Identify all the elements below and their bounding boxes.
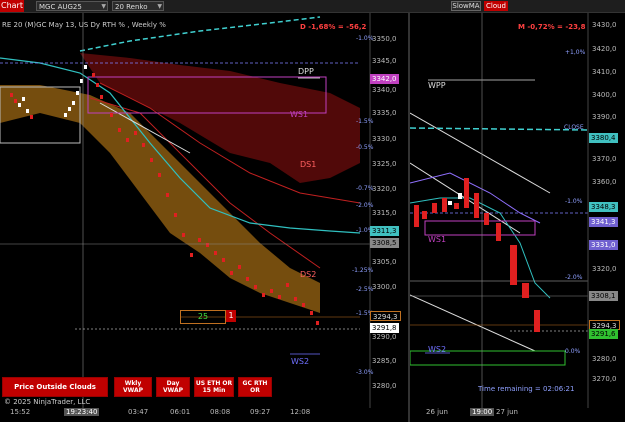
level-ws2: WS2 (428, 345, 447, 354)
pct-label: -3.0% (356, 369, 374, 376)
bar-type-label: 20 Renko (115, 3, 148, 11)
gc-rth-or-button[interactable]: GC RTH OR (238, 377, 272, 397)
copyright-text: © 2025 NinjaTrader, LLC (4, 398, 91, 406)
price-axis-label: 3400,0 (592, 91, 617, 99)
time-axis-label: 09:27 (250, 408, 271, 416)
price-tag-3: 3331,0 (589, 240, 618, 250)
us-eth-or-button[interactable]: US ETH OR 15 Min (194, 377, 234, 397)
level-ds1: DS1 (300, 160, 317, 169)
price-tag-1: 3348,3 (589, 202, 618, 212)
chart-tab[interactable]: Chart (0, 0, 24, 12)
toolbar: Chart MGC AUG25 ▼ 20 Renko ▼ SlowMA Clou… (0, 0, 625, 13)
cloud-button[interactable]: Cloud (484, 1, 508, 11)
price-axis-label: 3340,0 (372, 86, 397, 94)
brick-counter-red: 1 (226, 310, 236, 322)
price-axis-label: 3270,0 (592, 375, 617, 383)
price-tag-current: 3291,6 (589, 329, 618, 339)
price-axis-label: 3390,0 (592, 113, 617, 121)
pct-label: 0.0% (565, 348, 581, 355)
price-tag-grey: 3308,5 (370, 238, 399, 248)
chevron-down-icon: ▼ (101, 3, 106, 10)
chart-title: RE 20 (M)GC May 13, US Dy RTH % , Weekly… (2, 21, 166, 29)
price-axis-label: 3315,0 (372, 209, 397, 217)
time-axis-label: 15:52 (10, 408, 31, 416)
time-axis-label: 26 jun (426, 408, 448, 416)
brick-counter: 25 (180, 310, 226, 324)
price-axis-label: 3330,0 (372, 135, 397, 143)
left-chart-pane[interactable]: RE 20 (M)GC May 13, US Dy RTH % , Weekly… (0, 13, 408, 408)
price-tag-2: 3341,3 (589, 217, 618, 227)
level-ws2: WS2 (291, 357, 310, 366)
price-axis-label: 3430,0 (592, 21, 617, 29)
level-ds2: DS2 (300, 270, 317, 279)
price-axis-label: 3285,0 (372, 357, 397, 365)
price-axis-label: 3320,0 (372, 185, 397, 193)
pct-label: -0.7% (356, 185, 374, 192)
time-axis-label: 08:08 (210, 408, 231, 416)
price-axis-label: 3325,0 (372, 160, 397, 168)
level-ws1: WS1 (290, 110, 309, 119)
level-dpp: DPP (298, 67, 314, 76)
price-axis-label: 3305,0 (372, 258, 397, 266)
price-axis-label: 3360,0 (592, 178, 617, 186)
time-axis-label: 06:01 (170, 408, 191, 416)
bar-type-selector[interactable]: 20 Renko ▼ (112, 1, 164, 11)
pct-label: -1.25% (352, 267, 374, 274)
slowma-button[interactable]: SlowMA (451, 1, 481, 11)
daily-change: D -1,68% = -56,2 (300, 23, 367, 31)
monthly-change: M -0,72% = -23,8 (518, 23, 586, 31)
price-axis-label: 3370,0 (592, 155, 617, 163)
time-axis-label: 03:47 (128, 408, 149, 416)
time-axis-label: 27 jun (496, 408, 518, 416)
wkly-vwap-button[interactable]: Wkly VWAP (114, 377, 152, 397)
price-axis-label: 3320,0 (592, 265, 617, 273)
pct-label: -2.5% (356, 286, 374, 293)
pct-label: -1.0% (565, 198, 583, 205)
price-axis-label: 3410,0 (592, 68, 617, 76)
pct-label: -2.0% (565, 274, 583, 281)
day-vwap-button[interactable]: Day VWAP (156, 377, 190, 397)
pct-label: -2.0% (356, 202, 374, 209)
price-outside-clouds-button[interactable]: Price Outside Clouds (2, 377, 108, 397)
price-tag-stdcross: 3311,3 (370, 226, 399, 236)
crosshair-time-label: 19:00 (470, 408, 495, 416)
price-tag-grey: 3308,1 (589, 291, 618, 301)
price-axis-label: 3420,0 (592, 45, 617, 53)
price-axis-label: 3290,0 (372, 333, 397, 341)
level-wpp: WPP (428, 81, 446, 90)
pct-label: CLOSE (564, 124, 584, 131)
pct-label: -1.0% (356, 35, 374, 42)
price-axis-label: 3280,0 (592, 355, 617, 363)
crosshair-time-label: 19:23:40 (64, 408, 100, 416)
instrument-label: MGC AUG25 (39, 3, 82, 11)
level-ws1: WS1 (428, 235, 447, 244)
pct-label: +1,0% (565, 49, 586, 56)
price-tag-dpp: 3342,0 (370, 74, 399, 84)
price-tag-close: 3380,4 (589, 133, 618, 143)
price-axis-label: 3350,0 (372, 35, 397, 43)
pct-label: -0.5% (356, 144, 374, 151)
price-axis-label: 3300,0 (372, 283, 397, 291)
price-axis-label: 3280,0 (372, 382, 397, 390)
pct-label: -1.5% (356, 118, 374, 125)
chevron-down-icon: ▼ (157, 3, 162, 10)
price-tag-current: 3291,8 (370, 323, 399, 333)
left-chart-canvas (0, 13, 371, 408)
price-axis-label: 3335,0 (372, 109, 397, 117)
time-remaining: Time remaining = 02:06:21 (478, 385, 575, 393)
instrument-selector[interactable]: MGC AUG25 ▼ (36, 1, 108, 11)
time-axis-label: 12:08 (290, 408, 311, 416)
price-axis-label: 3345,0 (372, 57, 397, 65)
price-tag-orange: 3294,3 (370, 311, 401, 321)
right-chart-pane[interactable]: M -0,72% = -23,8 WPP WS1 WS2 +1,0% CLOSE… (410, 13, 625, 408)
